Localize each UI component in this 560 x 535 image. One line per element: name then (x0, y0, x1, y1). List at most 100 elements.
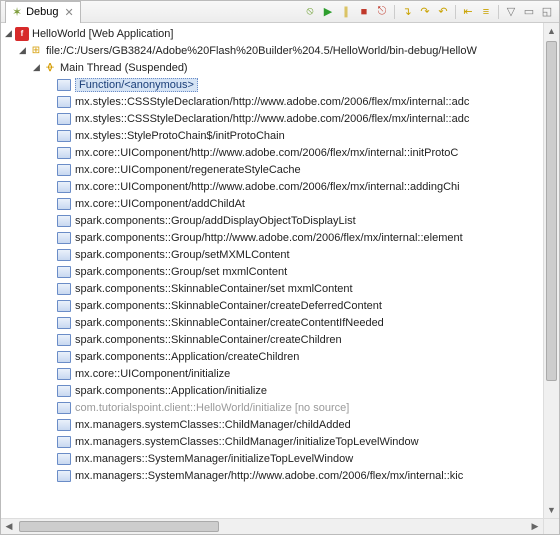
stack-frame-icon (57, 283, 71, 295)
stack-frame-icon (57, 300, 71, 312)
scroll-thumb[interactable] (546, 41, 557, 381)
scroll-down-icon[interactable]: ▼ (544, 502, 559, 518)
separator (394, 5, 395, 19)
stack-frame[interactable]: mx.managers::SystemManager/http://www.ad… (1, 467, 543, 484)
stack-frame-label: spark.components::SkinnableContainer/set… (75, 283, 353, 295)
stack-frame[interactable]: mx.styles::StyleProtoChain$/initProtoCha… (1, 127, 543, 144)
stack-frame-icon (57, 334, 71, 346)
stack-frame[interactable]: spark.components::SkinnableContainer/cre… (1, 331, 543, 348)
stack-frame[interactable]: spark.components::Group/http://www.adobe… (1, 229, 543, 246)
stack-frame-label: spark.components::Group/http://www.adobe… (75, 232, 463, 244)
stack-frame-label: spark.components::Application/createChil… (75, 351, 299, 363)
separator (455, 5, 456, 19)
stack-frame[interactable]: spark.components::Application/createChil… (1, 348, 543, 365)
stack-frame[interactable]: spark.components::SkinnableContainer/cre… (1, 314, 543, 331)
stack-frame-icon (57, 453, 71, 465)
stack-frame-icon (57, 385, 71, 397)
stack-frame-label: spark.components::Group/addDisplayObject… (75, 215, 356, 227)
twisty-icon[interactable]: ◢ (5, 28, 15, 39)
stack-frame-label: spark.components::Application/initialize (75, 385, 267, 397)
stack-frame[interactable]: com.tutorialspoint.client::HelloWorld/in… (1, 399, 543, 416)
stack-frame-label: mx.core::UIComponent/addChildAt (75, 198, 245, 210)
selected-frame-label: Function/<anonymous> (75, 78, 198, 92)
stack-frame-label: mx.styles::StyleProtoChain$/initProtoCha… (75, 130, 285, 142)
target-node[interactable]: ◢ ⊞ file:/C:/Users/GB3824/Adobe%20Flash%… (1, 42, 543, 59)
bug-icon: ✶ (12, 5, 22, 19)
stack-frame-icon (57, 249, 71, 261)
stack-frame[interactable]: spark.components::Group/set mxmlContent (1, 263, 543, 280)
stack-frame[interactable]: mx.styles::CSSStyleDeclaration/http://ww… (1, 93, 543, 110)
twisty-icon[interactable]: ◢ (19, 45, 29, 56)
tree-container: ◢ f HelloWorld [Web Application] ◢ ⊞ fil… (1, 23, 559, 534)
view-menu-icon[interactable]: ▽ (503, 4, 519, 20)
stack-frame-icon (57, 130, 71, 142)
vertical-scrollbar[interactable]: ▲ ▼ (543, 23, 559, 518)
stack-frame-icon (57, 164, 71, 176)
stack-frame-label: mx.managers.systemClasses::ChildManager/… (75, 419, 351, 431)
stack-frame-icon (57, 198, 71, 210)
stack-frame-label: spark.components::Group/set mxmlContent (75, 266, 287, 278)
drop-to-frame-icon[interactable]: ⇤ (460, 4, 476, 20)
scroll-thumb[interactable] (19, 521, 219, 532)
step-return-icon[interactable]: ↶ (435, 4, 451, 20)
scroll-left-icon[interactable]: ◀ (1, 519, 17, 534)
stack-frame-icon (57, 113, 71, 125)
close-icon[interactable]: ✕ (64, 6, 73, 19)
stack-frame[interactable]: spark.components::Group/addDisplayObject… (1, 212, 543, 229)
use-step-filters-icon[interactable]: ≡ (478, 4, 494, 20)
stack-frame[interactable]: mx.core::UIComponent/http://www.adobe.co… (1, 144, 543, 161)
terminate-icon[interactable]: ■ (356, 4, 372, 20)
suspend-icon[interactable]: ∥ (338, 4, 354, 20)
stack-frame[interactable]: spark.components::Application/initialize (1, 382, 543, 399)
stack-frame-label: com.tutorialspoint.client::HelloWorld/in… (75, 402, 349, 414)
resume-icon[interactable]: ▶ (320, 4, 336, 20)
stack-frame[interactable]: spark.components::Group/setMXMLContent (1, 246, 543, 263)
stack-frame-label: mx.styles::CSSStyleDeclaration/http://ww… (75, 96, 469, 108)
stack-frame-label: spark.components::Group/setMXMLContent (75, 249, 290, 261)
debug-tree[interactable]: ◢ f HelloWorld [Web Application] ◢ ⊞ fil… (1, 23, 543, 518)
skip-breakpoints-icon[interactable]: ⦸ (302, 4, 318, 20)
maximize-icon[interactable]: ◱ (539, 4, 555, 20)
twisty-icon[interactable]: ◢ (33, 62, 43, 73)
stack-frame-label: spark.components::SkinnableContainer/cre… (75, 317, 384, 329)
debug-tab[interactable]: ✶ Debug ✕ (5, 1, 81, 23)
stack-frame[interactable]: mx.managers::SystemManager/initializeTop… (1, 450, 543, 467)
stack-frame[interactable]: mx.managers.systemClasses::ChildManager/… (1, 433, 543, 450)
separator (498, 5, 499, 19)
stack-frame-label: mx.core::UIComponent/http://www.adobe.co… (75, 181, 460, 193)
launch-label: HelloWorld [Web Application] (32, 28, 173, 40)
minimize-icon[interactable]: ▭ (521, 4, 537, 20)
scroll-up-icon[interactable]: ▲ (544, 23, 559, 39)
disconnect-icon[interactable]: ⎋ (374, 4, 390, 20)
scroll-corner (543, 518, 559, 534)
stack-frame-label: mx.managers::SystemManager/http://www.ad… (75, 470, 463, 482)
scroll-right-icon[interactable]: ▶ (527, 519, 543, 534)
stack-frame-label: mx.core::UIComponent/initialize (75, 368, 230, 380)
stack-frame-icon (57, 96, 71, 108)
stack-frame-icon (57, 147, 71, 159)
stack-frame[interactable]: mx.core::UIComponent/regenerateStyleCach… (1, 161, 543, 178)
stack-frame-label: mx.core::UIComponent/regenerateStyleCach… (75, 164, 301, 176)
stack-frame-label: mx.managers.systemClasses::ChildManager/… (75, 436, 419, 448)
target-icon: ⊞ (29, 44, 43, 58)
thread-label: Main Thread (Suspended) (60, 62, 188, 74)
stack-frame-selected[interactable]: Function/<anonymous> (1, 76, 543, 93)
stack-frame[interactable]: mx.core::UIComponent/http://www.adobe.co… (1, 178, 543, 195)
debug-panel: ✶ Debug ✕ ⦸ ▶ ∥ ■ ⎋ ↴ ↷ ↶ ⇤ ≡ ▽ ▭ ◱ ◢ (0, 0, 560, 535)
stack-frame-label: mx.styles::CSSStyleDeclaration/http://ww… (75, 113, 469, 125)
step-into-icon[interactable]: ↴ (399, 4, 415, 20)
horizontal-scrollbar[interactable]: ◀ ▶ (1, 518, 543, 534)
stack-frame[interactable]: mx.styles::CSSStyleDeclaration/http://ww… (1, 110, 543, 127)
step-over-icon[interactable]: ↷ (417, 4, 433, 20)
launch-node[interactable]: ◢ f HelloWorld [Web Application] (1, 25, 543, 42)
stack-frame[interactable]: mx.core::UIComponent/initialize (1, 365, 543, 382)
stack-frame-icon (57, 402, 71, 414)
stack-frame-icon (57, 470, 71, 482)
stack-frame[interactable]: mx.core::UIComponent/addChildAt (1, 195, 543, 212)
stack-frame[interactable]: spark.components::SkinnableContainer/set… (1, 280, 543, 297)
thread-node[interactable]: ◢ ᚖ Main Thread (Suspended) (1, 59, 543, 76)
view-header: ✶ Debug ✕ ⦸ ▶ ∥ ■ ⎋ ↴ ↷ ↶ ⇤ ≡ ▽ ▭ ◱ (1, 1, 559, 23)
stack-frame[interactable]: mx.managers.systemClasses::ChildManager/… (1, 416, 543, 433)
stack-frame-icon (57, 181, 71, 193)
stack-frame[interactable]: spark.components::SkinnableContainer/cre… (1, 297, 543, 314)
